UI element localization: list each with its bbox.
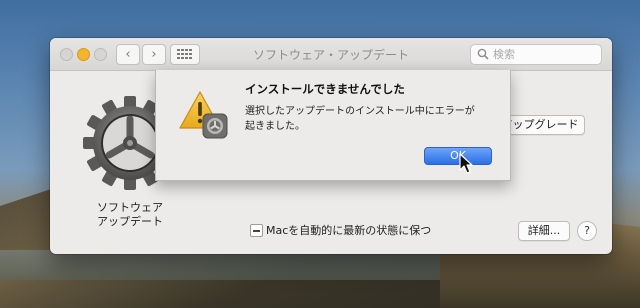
details-button[interactable]: 詳細...	[518, 221, 570, 241]
app-label-line1: ソフトウェア	[97, 201, 163, 214]
install-error-alert-sheet: インストールできませんでした 選択したアップデートのインストール中にエラーが起き…	[155, 70, 511, 181]
search-icon	[477, 48, 489, 60]
auto-update-checkbox[interactable]	[250, 224, 263, 237]
app-label: ソフトウェア アップデート	[84, 201, 176, 229]
alert-title: インストールできませんでした	[245, 82, 405, 96]
search-placeholder: 検索	[493, 48, 515, 61]
alert-message: 選択したアップデートのインストール中にエラーが起きました。	[245, 106, 475, 132]
help-button[interactable]: ?	[577, 221, 597, 241]
ok-button[interactable]: OK	[424, 147, 492, 165]
auto-update-label[interactable]: Macを自動的に最新の状態に保つ	[266, 222, 431, 238]
warning-icon	[179, 91, 228, 139]
search-field[interactable]: 検索	[470, 44, 602, 65]
app-label-line2: アップデート	[97, 215, 163, 228]
mouse-pointer-icon	[459, 153, 473, 174]
title-bar: ‹ › ソフトウェア・アップデート 検索	[50, 38, 612, 71]
